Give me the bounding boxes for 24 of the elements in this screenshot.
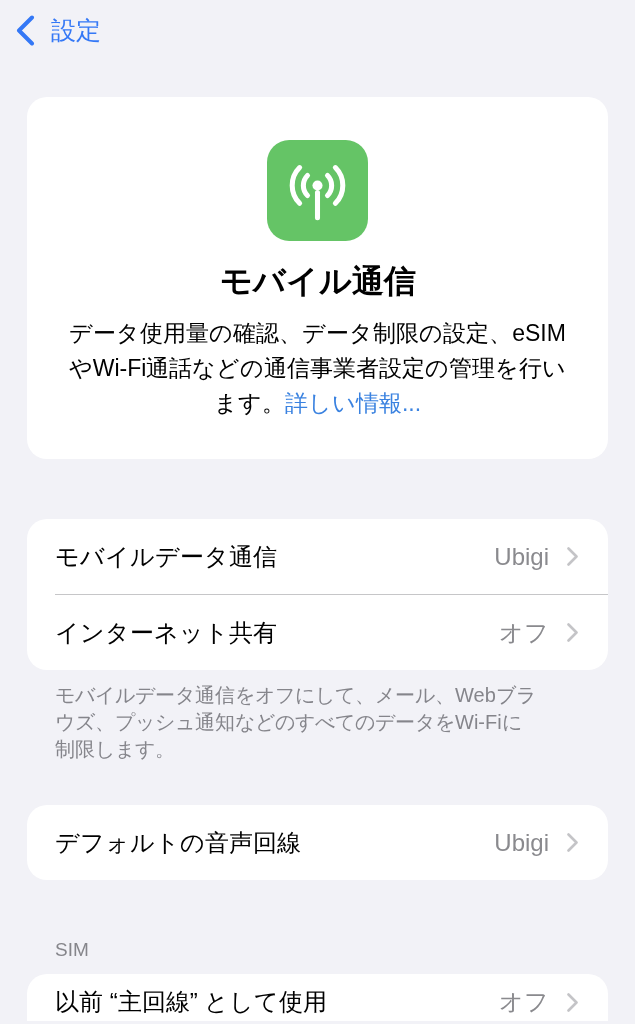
chevron-icon [567, 992, 578, 1012]
settings-row[interactable]: モバイルデータ通信 Ubigi [27, 519, 608, 594]
page-title: モバイル通信 [219, 262, 416, 301]
row-value: オフ [499, 987, 549, 1017]
row-label: モバイルデータ通信 [55, 541, 277, 572]
row-value: Ubigi [494, 827, 549, 858]
section-footer: モバイルデータ通信をオフにして、メール、Webブラウズ、プッシュ通知などのすべてのデータをWi-Fiに制限します。 [55, 682, 539, 763]
row-value: オフ [499, 617, 549, 648]
description-text: データ使用量の確認、データ制限の設定、eSIMやWi-Fi通話などの通信事業者設定の管理を行います。詳しい情報... [67, 319, 568, 418]
row-label: インターネット共有 [55, 617, 277, 648]
back-button[interactable]: 設定 [16, 14, 101, 46]
row-value: Ubigi [494, 541, 549, 572]
chevron-left-icon [16, 14, 35, 46]
settings-row[interactable]: インターネット共有 オフ [27, 595, 608, 670]
row-label: デフォルトの音声回線 [55, 827, 301, 858]
antenna-icon [267, 140, 368, 241]
section-header: SIM [55, 938, 89, 962]
chevron-icon [567, 623, 578, 642]
chevron-icon [567, 833, 578, 852]
row-label: 以前 “主回線” として使用 [55, 987, 328, 1017]
settings-row[interactable]: 以前 “主回線” として使用 オフ [27, 974, 608, 1021]
learn-more-link[interactable]: 詳しい情報... [284, 390, 422, 416]
settings-row[interactable]: デフォルトの音声回線 Ubigi [27, 805, 608, 880]
chevron-icon [567, 547, 578, 566]
